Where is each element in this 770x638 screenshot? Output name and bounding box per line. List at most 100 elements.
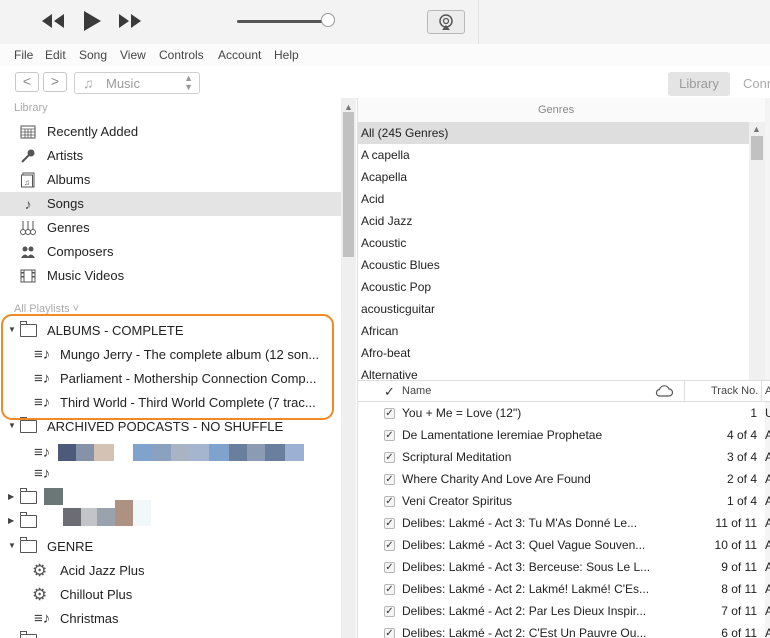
play-button[interactable]	[80, 8, 104, 37]
genre-item[interactable]: Acid Jazz	[358, 210, 750, 232]
genres-scrollbar[interactable]: ▲	[749, 122, 765, 380]
track-checkbox[interactable]: ✓	[384, 584, 395, 595]
check-column-header[interactable]: ✓	[384, 384, 395, 400]
track-checkbox[interactable]: ✓	[384, 408, 395, 419]
sidebar-item-artists[interactable]: Artists	[0, 144, 341, 168]
genre-item[interactable]: Acapella	[358, 166, 750, 188]
menu-file[interactable]: File	[14, 48, 33, 62]
track-number: 3 of 4	[726, 450, 757, 464]
column-divider[interactable]	[761, 381, 762, 401]
column-divider[interactable]	[684, 381, 685, 401]
playlist-folder-redacted[interactable]: ▶	[0, 500, 341, 534]
track-row[interactable]: ✓ Delibes: Lakmé - Act 3: Quel Vague Souv…	[358, 534, 770, 556]
sidebar-item-music-videos[interactable]: Music Videos	[0, 264, 341, 288]
genre-item[interactable]: A capella	[358, 144, 750, 166]
disclosure-closed-icon[interactable]: ▶	[8, 492, 14, 501]
track-checkbox[interactable]: ✓	[384, 540, 395, 551]
genre-label: Acapella	[361, 170, 408, 184]
menu-controls[interactable]: Controls	[159, 48, 204, 62]
playlist-folder-redacted[interactable]: ▶	[0, 486, 341, 510]
playlist-folder-partial[interactable]	[0, 629, 341, 638]
genre-item[interactable]: Acid	[358, 188, 750, 210]
sidebar-item-genres[interactable]: Genres	[0, 216, 341, 240]
track-checkbox[interactable]: ✓	[384, 562, 395, 573]
track-checkbox[interactable]: ✓	[384, 518, 395, 529]
track-number: 1 of 4	[726, 494, 757, 508]
tab-library[interactable]: Library	[668, 72, 730, 96]
disclosure-open-icon[interactable]: ▼	[8, 541, 16, 550]
track-checkbox[interactable]: ✓	[384, 628, 395, 638]
next-column-header[interactable]: A	[765, 385, 770, 397]
track-row[interactable]: ✓ Delibes: Lakmé - Act 2: Par Les Dieux I…	[358, 600, 770, 622]
genres-scrollbar-thumb[interactable]	[751, 136, 763, 160]
scroll-up-icon[interactable]: ▲	[752, 124, 761, 134]
genre-label: Acoustic Pop	[361, 280, 432, 294]
genres-column-header: Genres	[357, 98, 770, 122]
genre-item[interactable]: acousticguitar	[358, 298, 750, 320]
menu-song[interactable]: Song	[79, 48, 107, 62]
track-row[interactable]: ✓ Delibes: Lakmé - Act 2: Lakmé! Lakmé! C…	[358, 578, 770, 600]
smart-playlist-item[interactable]: ⚙ Acid Jazz Plus	[0, 559, 341, 583]
track-row[interactable]: ✓ De Lamentatione Ieremiae Prophetae 4 of …	[358, 424, 770, 446]
genre-item[interactable]: Alternative	[358, 364, 750, 380]
back-button[interactable]: <	[15, 72, 39, 92]
volume-slider-knob[interactable]	[321, 13, 335, 27]
track-row[interactable]: ✓ Delibes: Lakmé - Act 3: Tu M'As Donné L…	[358, 512, 770, 534]
track-row[interactable]: ✓ Delibes: Lakmé - Act 2: C'Est Un Pauvre…	[358, 622, 770, 638]
library-section-header: Library	[14, 102, 48, 114]
track-extra: A	[765, 450, 770, 464]
playlist-item[interactable]: ≡♪	[0, 462, 341, 486]
forward-button[interactable]: >	[43, 72, 67, 92]
track-checkbox[interactable]: ✓	[384, 474, 395, 485]
track-checkbox[interactable]: ✓	[384, 430, 395, 441]
track-checkbox[interactable]: ✓	[384, 452, 395, 463]
track-checkbox[interactable]: ✓	[384, 496, 395, 507]
tab-connect[interactable]: Conn	[743, 72, 770, 96]
track-row[interactable]: ✓ Delibes: Lakmé - Act 3: Berceuse: Sous …	[358, 556, 770, 578]
genre-label: Acoustic Blues	[361, 258, 440, 272]
genre-item[interactable]: All (245 Genres)	[358, 122, 750, 144]
genre-item[interactable]: African	[358, 320, 750, 342]
redacted-block	[209, 444, 229, 461]
playlist-icon: ≡♪	[34, 444, 51, 461]
folder-icon	[20, 417, 37, 433]
scroll-up-icon[interactable]: ▲	[344, 102, 353, 112]
sidebar-item-label: Genres	[47, 220, 90, 235]
menu-help[interactable]: Help	[274, 48, 299, 62]
sidebar-item-label: Recently Added	[47, 124, 139, 139]
menu-view[interactable]: View	[120, 48, 146, 62]
track-row[interactable]: ✓ Where Charity And Love Are Found 2 of 4 A	[358, 468, 770, 490]
track-row[interactable]: ✓ You + Me = Love (12") 1U	[358, 402, 770, 424]
sidebar-scrollbar-thumb[interactable]	[343, 112, 354, 257]
redacted-block	[265, 444, 285, 461]
sidebar-item-albums[interactable]: ♫ Albums	[0, 168, 341, 192]
sidebar-scrollbar[interactable]: ▲	[341, 98, 356, 638]
smart-playlist-item[interactable]: ⚙ Chillout Plus	[0, 583, 341, 607]
disclosure-open-icon[interactable]: ▼	[8, 421, 16, 430]
sidebar-item-composers[interactable]: Composers	[0, 240, 341, 264]
media-kind-select[interactable]: ♫ Music ▲ ▼	[74, 72, 200, 94]
menu-edit[interactable]: Edit	[45, 48, 66, 62]
track-row[interactable]: ✓ Scriptural Meditation 3 of 4 A	[358, 446, 770, 468]
airplay-button[interactable]	[427, 10, 465, 34]
menu-account[interactable]: Account	[218, 48, 261, 62]
genre-item[interactable]: Acoustic Blues	[358, 254, 750, 276]
genre-item[interactable]: Afro-beat	[358, 342, 750, 364]
sidebar-item-recently-added[interactable]: Recently Added	[0, 120, 341, 144]
music-note-icon: ♪	[24, 196, 32, 212]
track-checkbox[interactable]: ✓	[384, 606, 395, 617]
track-row[interactable]: ✓ Veni Creator Spiritus 1 of 4 A	[358, 490, 770, 512]
track-name: Where Charity And Love Are Found	[402, 472, 591, 486]
sidebar-item-songs[interactable]: ♪ Songs	[0, 192, 341, 216]
track-number-column-header[interactable]: Track No.	[711, 385, 758, 397]
disclosure-closed-icon[interactable]: ▶	[8, 516, 14, 525]
genre-label: Acoustic	[361, 236, 407, 250]
name-column-header[interactable]: Name	[402, 385, 431, 397]
fast-forward-button[interactable]	[117, 10, 143, 35]
playlist-item[interactable]: ≡♪ Christmas	[0, 607, 341, 631]
genre-item[interactable]: Acoustic Pop	[358, 276, 750, 298]
genre-item[interactable]: Acoustic	[358, 232, 750, 254]
rewind-button[interactable]	[40, 10, 66, 35]
icloud-icon[interactable]	[654, 384, 674, 401]
playlist-folder-genre[interactable]: ▼ GENRE	[0, 535, 341, 559]
